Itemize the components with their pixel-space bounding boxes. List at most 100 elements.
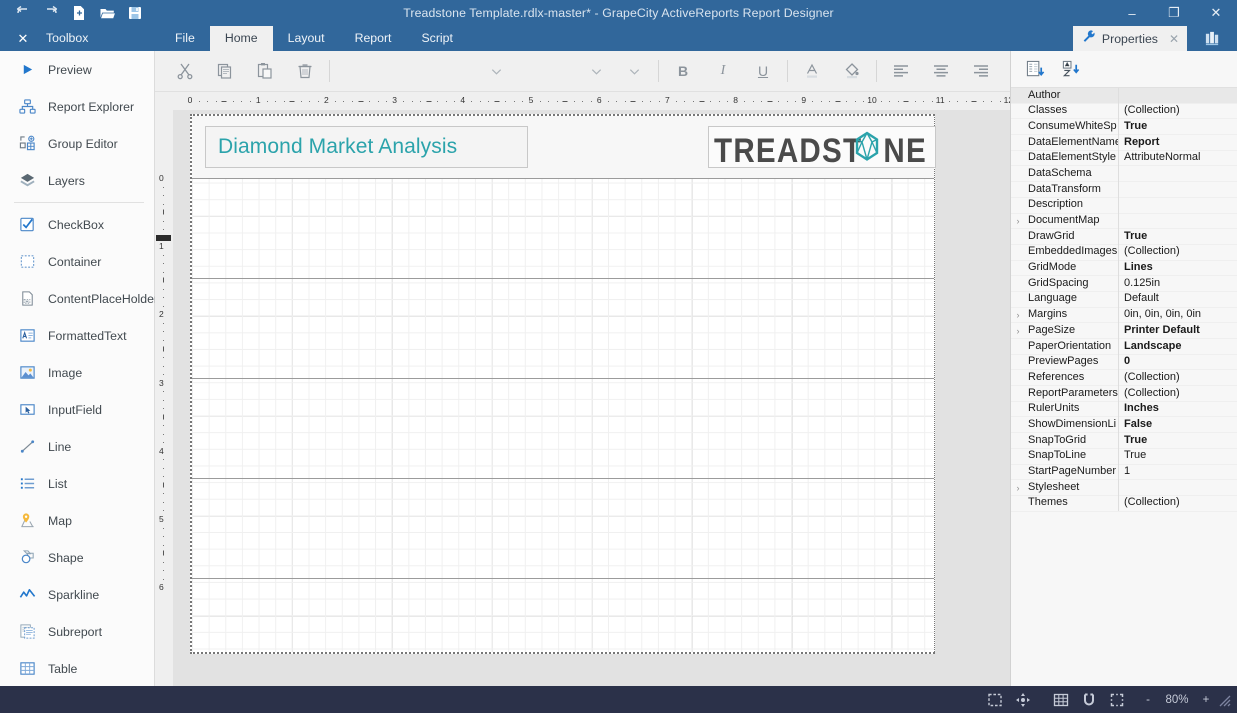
property-value[interactable]: Default (1119, 291, 1237, 307)
report-page[interactable]: Diamond Market Analysis TREADST NE (190, 114, 936, 654)
property-row[interactable]: RulerUnits Inches (1011, 401, 1237, 418)
property-row[interactable]: References (Collection) (1011, 369, 1237, 387)
property-row[interactable]: › PageSize Printer Default (1011, 322, 1237, 339)
property-row[interactable]: DrawGrid True (1011, 228, 1237, 245)
close-properties-icon[interactable]: ✕ (1169, 32, 1179, 46)
property-value[interactable]: (Collection) (1119, 103, 1237, 119)
cut-button[interactable] (165, 51, 205, 91)
toolbox-item-layers[interactable]: Layers (0, 162, 154, 199)
expand-chevron-icon[interactable]: › (1011, 310, 1025, 320)
font-size-dropdown[interactable] (578, 51, 614, 91)
property-value[interactable]: True (1119, 119, 1237, 135)
property-row[interactable]: StartPageNumber 1 (1011, 464, 1237, 481)
toolbox-item-checkbox[interactable]: CheckBox (0, 206, 154, 243)
tab-home[interactable]: Home (209, 26, 273, 51)
categorized-sort-button[interactable] (1021, 55, 1049, 83)
zoom-in-button[interactable]: + (1199, 694, 1213, 706)
property-row[interactable]: GridSpacing 0.125in (1011, 275, 1237, 292)
selection-tool-icon[interactable] (981, 686, 1009, 713)
toolbox-item-container[interactable]: Container (0, 243, 154, 280)
property-value[interactable]: Landscape (1119, 339, 1237, 355)
property-value[interactable]: Report (1119, 135, 1237, 151)
toolbox-item-subreport[interactable]: Subreport (0, 613, 154, 650)
property-row[interactable]: Language Default (1011, 291, 1237, 308)
snap-to-grid-icon[interactable] (1075, 686, 1103, 713)
property-row[interactable]: Themes (Collection) (1011, 495, 1237, 512)
snap-to-line-icon[interactable] (1103, 686, 1131, 713)
properties-grid[interactable]: Author Classes (Collection) ConsumeWhiteSp T… (1011, 88, 1237, 686)
toolbox-item-line[interactable]: Line (0, 428, 154, 465)
property-row[interactable]: EmbeddedImages (Collection) (1011, 244, 1237, 261)
property-row[interactable]: DataElementStyle AttributeNormal (1011, 150, 1237, 167)
toolbox-item-group-editor[interactable]: Group Editor (0, 125, 154, 162)
resize-grip-icon[interactable] (1213, 686, 1235, 713)
toolbox-item-formattedtext[interactable]: FormattedText (0, 317, 154, 354)
toolbox-item-image[interactable]: Image (0, 354, 154, 391)
tab-properties[interactable]: Properties ✕ (1072, 26, 1187, 51)
property-row[interactable]: SnapToLine True (1011, 448, 1237, 465)
show-grid-icon[interactable] (1047, 686, 1075, 713)
toolbox-item-contentplaceholder[interactable]: ContentPlaceHolder (0, 280, 158, 317)
align-right-button[interactable] (961, 51, 1001, 91)
property-value[interactable]: False (1119, 417, 1237, 433)
toolbox-item-report-explorer[interactable]: Report Explorer (0, 88, 154, 125)
property-row[interactable]: › DocumentMap (1011, 213, 1237, 230)
property-value[interactable]: 0in, 0in, 0in, 0in (1119, 307, 1237, 323)
align-center-button[interactable] (921, 51, 961, 91)
property-row[interactable]: ConsumeWhiteSp True (1011, 118, 1237, 136)
property-value[interactable]: 0 (1119, 354, 1237, 370)
align-left-button[interactable] (881, 51, 921, 91)
toolbox-item-sparkline[interactable]: Sparkline (0, 576, 154, 613)
property-value[interactable]: (Collection) (1119, 370, 1237, 386)
property-value[interactable]: 0.125in (1119, 276, 1237, 292)
property-value[interactable]: AttributeNormal (1119, 150, 1237, 166)
expand-chevron-icon[interactable]: › (1011, 483, 1025, 493)
property-value[interactable]: True (1119, 229, 1237, 245)
fill-color-button[interactable] (832, 51, 872, 91)
tab-report[interactable]: Report (340, 26, 407, 51)
maximize-button[interactable]: ❐ (1153, 0, 1195, 26)
property-value[interactable]: Lines (1119, 260, 1237, 276)
property-grid-icon[interactable] (1195, 26, 1229, 51)
expand-chevron-icon[interactable]: › (1011, 216, 1025, 226)
report-title-textbox[interactable]: Diamond Market Analysis (205, 126, 528, 168)
property-value[interactable]: 1 (1119, 464, 1237, 480)
toolbox-item-map[interactable]: Map (0, 502, 154, 539)
pan-tool-icon[interactable] (1009, 686, 1037, 713)
property-row[interactable]: › Stylesheet (1011, 479, 1237, 496)
toolbox-item-shape[interactable]: Shape (0, 539, 154, 576)
expand-chevron-icon[interactable]: › (1011, 326, 1025, 336)
property-value[interactable]: (Collection) (1119, 244, 1237, 260)
property-row[interactable]: DataTransform (1011, 181, 1237, 198)
close-toolbox-icon[interactable]: ✕ (8, 26, 38, 51)
tab-file[interactable]: File (160, 26, 210, 51)
property-value[interactable]: (Collection) (1119, 386, 1237, 402)
bold-button[interactable]: B (663, 63, 703, 79)
copy-button[interactable] (205, 51, 245, 91)
property-row[interactable]: PaperOrientation Landscape (1011, 338, 1237, 355)
property-row[interactable]: DataSchema (1011, 165, 1237, 183)
toolbox-item-inputfield[interactable]: InputField (0, 391, 154, 428)
zoom-out-button[interactable]: - (1141, 694, 1155, 706)
toolbox-item-preview[interactable]: Preview (0, 51, 154, 88)
property-row[interactable]: ShowDimensionLi False (1011, 416, 1237, 434)
tab-script[interactable]: Script (406, 26, 467, 51)
property-row[interactable]: › Margins 0in, 0in, 0in, 0in (1011, 307, 1237, 324)
section-marker[interactable] (156, 235, 171, 241)
property-row[interactable]: ReportParameters (Collection) (1011, 385, 1237, 402)
property-row[interactable]: DataElementName Report (1011, 134, 1237, 151)
delete-button[interactable] (285, 51, 325, 91)
property-value[interactable]: (Collection) (1119, 495, 1237, 511)
property-value[interactable]: Inches (1119, 401, 1237, 417)
property-value[interactable]: True (1119, 433, 1237, 449)
property-row[interactable]: SnapToGrid True (1011, 432, 1237, 449)
property-row[interactable]: GridMode Lines (1011, 260, 1237, 277)
underline-button[interactable]: U (743, 63, 783, 79)
font-family-dropdown[interactable] (478, 51, 514, 91)
paste-button[interactable] (245, 51, 285, 91)
property-row[interactable]: Classes (Collection) (1011, 103, 1237, 120)
canvas-scroll-area[interactable]: Diamond Market Analysis TREADST NE (173, 110, 1010, 686)
tab-layout[interactable]: Layout (273, 26, 340, 51)
toolbox-item-list[interactable]: List (0, 465, 154, 502)
close-button[interactable]: ✕ (1195, 0, 1237, 26)
